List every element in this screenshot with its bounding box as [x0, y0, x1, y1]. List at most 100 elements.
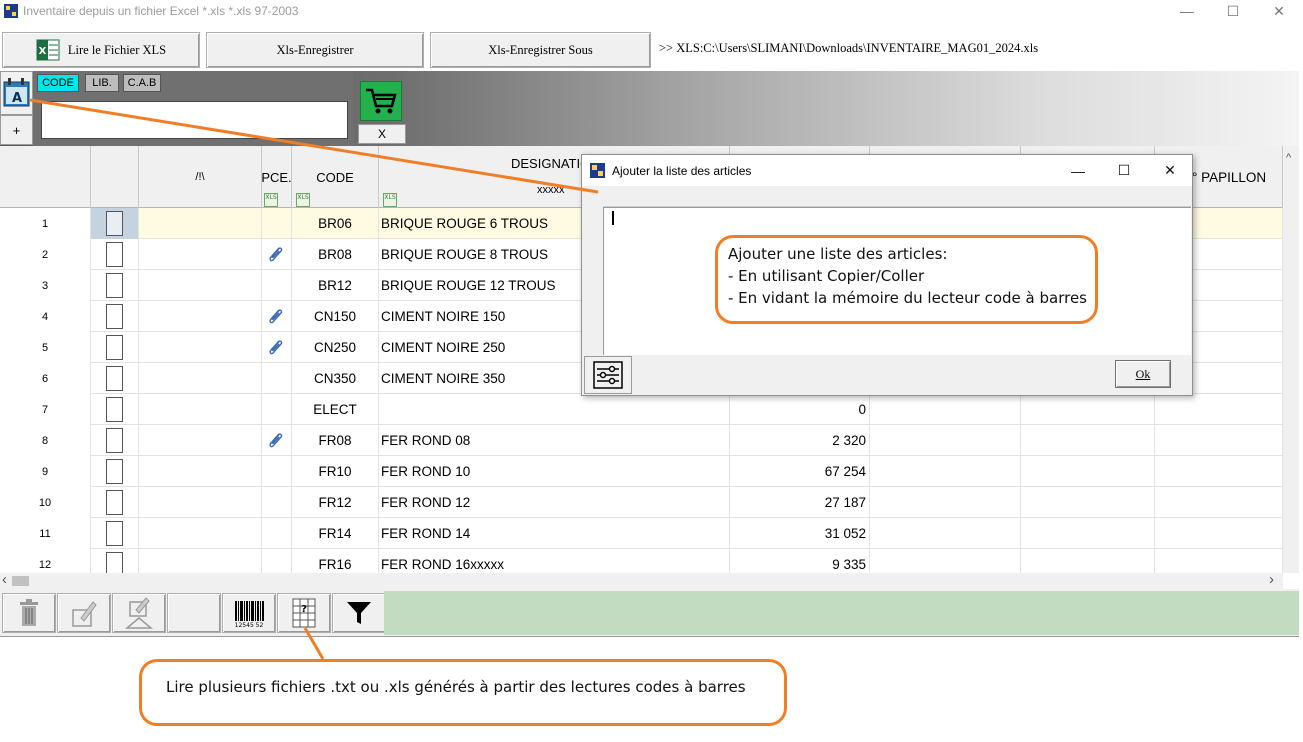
read-xls-button[interactable]: X Lire le Fichier XLS	[2, 32, 200, 68]
row-checkbox[interactable]	[106, 211, 123, 236]
code-cell[interactable]: FR14	[292, 518, 379, 549]
row-checkbox-cell[interactable]	[91, 363, 139, 394]
pce-cell[interactable]	[262, 518, 292, 549]
c7-cell[interactable]	[870, 549, 1021, 573]
delete-button[interactable]	[2, 593, 56, 633]
maximize-button[interactable]: ☐	[1210, 0, 1256, 22]
row-checkbox[interactable]	[106, 335, 123, 360]
table-row[interactable]: 7 ELECT 0	[0, 394, 1298, 425]
c8-cell[interactable]	[1021, 518, 1155, 549]
designation-cell[interactable]	[379, 394, 730, 425]
row-checkbox-cell[interactable]	[91, 425, 139, 456]
c8-cell[interactable]	[1021, 394, 1155, 425]
c9-cell[interactable]	[1155, 456, 1283, 487]
code-cell[interactable]: BR08	[292, 239, 379, 270]
row-checkbox-cell[interactable]	[91, 208, 139, 239]
sort-cell[interactable]	[139, 425, 262, 456]
filter-button[interactable]	[332, 593, 386, 633]
row-checkbox-cell[interactable]	[91, 332, 139, 363]
header-code[interactable]: CODE XLS	[292, 146, 379, 208]
edit-all-button[interactable]	[112, 593, 166, 633]
scroll-left-arrow[interactable]: ‹	[2, 571, 7, 588]
c8-cell[interactable]	[1021, 456, 1155, 487]
paperclip-icon[interactable]	[266, 244, 286, 264]
scroll-thumb[interactable]	[12, 576, 29, 586]
pce-cell[interactable]	[262, 363, 292, 394]
designation-cell[interactable]: FER ROND 08	[379, 425, 730, 456]
row-checkbox-cell[interactable]	[91, 270, 139, 301]
designation-cell[interactable]: FER ROND 10	[379, 456, 730, 487]
c7-cell[interactable]	[870, 425, 1021, 456]
c7-cell[interactable]	[870, 456, 1021, 487]
close-button[interactable]: ✕	[1256, 0, 1302, 22]
save-as-xls-button[interactable]: Xls-Enregistrer Sous	[430, 32, 651, 68]
scroll-up-arrow[interactable]: ^	[1286, 152, 1291, 164]
horizontal-scrollbar[interactable]: ‹ ›	[0, 571, 1283, 589]
designation-cell[interactable]: FER ROND 12	[379, 487, 730, 518]
c8-cell[interactable]	[1021, 425, 1155, 456]
row-checkbox[interactable]	[106, 397, 123, 422]
table-row[interactable]: 12 FR16 FER ROND 16xxxxx 9 335	[0, 549, 1298, 573]
code-cell[interactable]: CN150	[292, 301, 379, 332]
code-cell[interactable]: ELECT	[292, 394, 379, 425]
sort-cell[interactable]	[139, 208, 262, 239]
calendar-button[interactable]: A	[0, 71, 33, 115]
row-checkbox-cell[interactable]	[91, 518, 139, 549]
quantity-cell[interactable]: 31 052	[730, 518, 870, 549]
table-row[interactable]: 11 FR14 FER ROND 14 31 052	[0, 518, 1298, 549]
code-cell[interactable]: FR16	[292, 549, 379, 573]
minimize-button[interactable]: —	[1164, 0, 1210, 22]
edit-button[interactable]	[57, 593, 111, 633]
quantity-cell[interactable]: 67 254	[730, 456, 870, 487]
pce-cell[interactable]	[262, 456, 292, 487]
sort-cell[interactable]	[139, 239, 262, 270]
table-row[interactable]: 10 FR12 FER ROND 12 27 187	[0, 487, 1298, 518]
quantity-cell[interactable]: 2 320	[730, 425, 870, 456]
row-checkbox[interactable]	[106, 366, 123, 391]
row-checkbox-cell[interactable]	[91, 301, 139, 332]
pce-cell[interactable]	[262, 487, 292, 518]
code-cell[interactable]: FR10	[292, 456, 379, 487]
sort-cell[interactable]	[139, 332, 262, 363]
paperclip-icon[interactable]	[266, 306, 286, 326]
sort-cell[interactable]	[139, 456, 262, 487]
c8-cell[interactable]	[1021, 549, 1155, 573]
quantity-cell[interactable]: 27 187	[730, 487, 870, 518]
row-checkbox-cell[interactable]	[91, 394, 139, 425]
sort-cell[interactable]	[139, 363, 262, 394]
cart-clear-button[interactable]: X	[358, 124, 406, 144]
c9-cell[interactable]	[1155, 549, 1283, 573]
c9-cell[interactable]	[1155, 425, 1283, 456]
designation-cell[interactable]: FER ROND 14	[379, 518, 730, 549]
mode-cab-tab[interactable]: C.A.B	[123, 74, 161, 92]
cart-button[interactable]	[360, 81, 402, 121]
vertical-scrollbar[interactable]: ^	[1283, 146, 1299, 573]
quantity-cell[interactable]: 0	[730, 394, 870, 425]
row-checkbox[interactable]	[106, 242, 123, 267]
code-cell[interactable]: FR08	[292, 425, 379, 456]
code-cell[interactable]: BR12	[292, 270, 379, 301]
barcode-button[interactable]: 12545 52	[222, 593, 276, 633]
pce-cell[interactable]	[262, 394, 292, 425]
row-checkbox[interactable]	[106, 304, 123, 329]
dialog-maximize-button[interactable]: ☐	[1101, 155, 1147, 186]
row-checkbox[interactable]	[106, 552, 123, 573]
sort-cell[interactable]	[139, 518, 262, 549]
dialog-minimize-button[interactable]: —	[1055, 155, 1101, 186]
c9-cell[interactable]	[1155, 394, 1283, 425]
quantity-cell[interactable]: 9 335	[730, 549, 870, 573]
c9-cell[interactable]	[1155, 518, 1283, 549]
row-checkbox-cell[interactable]	[91, 239, 139, 270]
mode-code-tab[interactable]: CODE	[37, 74, 79, 92]
sort-cell[interactable]	[139, 301, 262, 332]
code-cell[interactable]: FR12	[292, 487, 379, 518]
c7-cell[interactable]	[870, 518, 1021, 549]
pce-cell[interactable]	[262, 270, 292, 301]
row-checkbox[interactable]	[106, 521, 123, 546]
table-row[interactable]: 8 FR08 FER ROND 08 2 320	[0, 425, 1298, 456]
c9-cell[interactable]	[1155, 487, 1283, 518]
code-cell[interactable]: BR06	[292, 208, 379, 239]
sort-cell[interactable]	[139, 394, 262, 425]
sort-cell[interactable]	[139, 270, 262, 301]
code-cell[interactable]: CN350	[292, 363, 379, 394]
